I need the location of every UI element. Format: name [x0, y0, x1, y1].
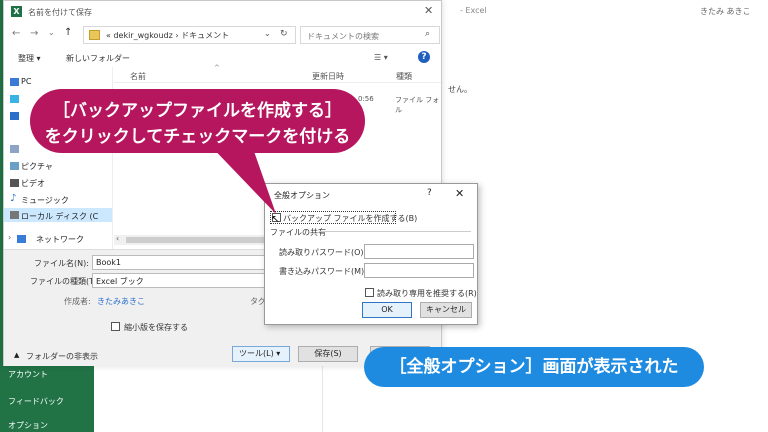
caption-banner: ［全般オプション］画面が表示された	[364, 347, 704, 387]
callout-line-1: ［バックアップファイルを作成する］	[53, 101, 342, 121]
callout-line-2: をクリックしてチェックマークを付ける	[44, 127, 351, 147]
